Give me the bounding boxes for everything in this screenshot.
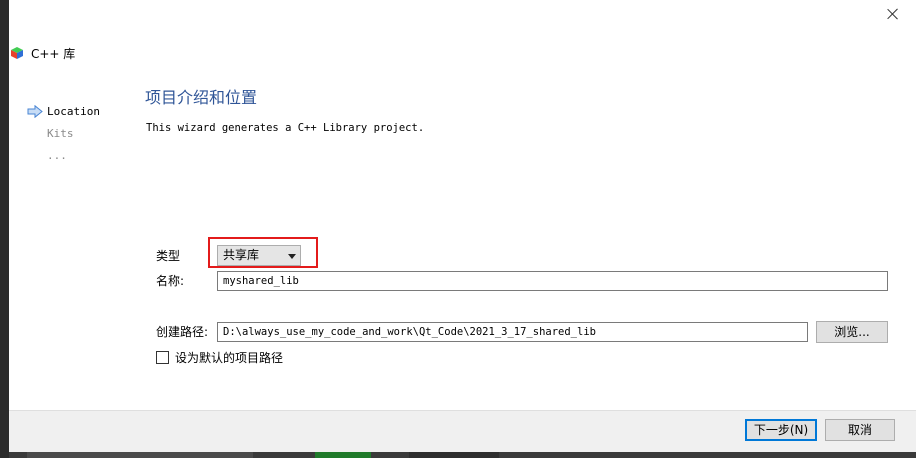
next-button[interactable]: 下一步(N) [745, 419, 817, 441]
background-fragment [315, 452, 371, 458]
background-fragment [27, 452, 253, 458]
default-path-label: 设为默认的项目路径 [175, 351, 284, 365]
page-title: 项目介绍和位置 [145, 88, 258, 107]
chevron-down-icon [288, 254, 296, 259]
name-label: 名称: [156, 274, 185, 288]
browse-button[interactable]: 浏览... [816, 321, 888, 343]
type-select[interactable]: 共享库 [217, 245, 301, 266]
qt-library-icon [11, 47, 23, 59]
window-title: C++ 库 [31, 47, 76, 61]
path-input[interactable]: D:\always_use_my_code_and_work\Qt_Code\2… [217, 322, 808, 342]
default-path-checkbox[interactable] [156, 351, 169, 364]
close-icon[interactable] [885, 6, 901, 22]
new-project-wizard-dialog: C++ 库 Location Kits ... 项目介绍和位置 This wiz… [9, 0, 916, 452]
name-input[interactable]: myshared_lib [217, 271, 888, 291]
current-step-arrow-icon [27, 105, 43, 118]
dialog-footer: 下一步(N) 取消 [9, 410, 916, 452]
background-window-edge [0, 0, 9, 458]
background-fragment [409, 452, 499, 458]
path-label: 创建路径: [156, 325, 209, 339]
type-select-value: 共享库 [223, 248, 260, 262]
background-fragment [0, 122, 9, 130]
cancel-button[interactable]: 取消 [825, 419, 895, 441]
intro-text: This wizard generates a C++ Library proj… [146, 122, 425, 134]
background-taskbar-edge [9, 452, 916, 458]
background-fragment [0, 26, 9, 34]
step-label: Kits [47, 127, 74, 140]
step-label: ... [47, 149, 67, 162]
background-fragment [0, 4, 9, 12]
step-label: Location [47, 105, 100, 118]
type-label: 类型 [156, 249, 181, 263]
